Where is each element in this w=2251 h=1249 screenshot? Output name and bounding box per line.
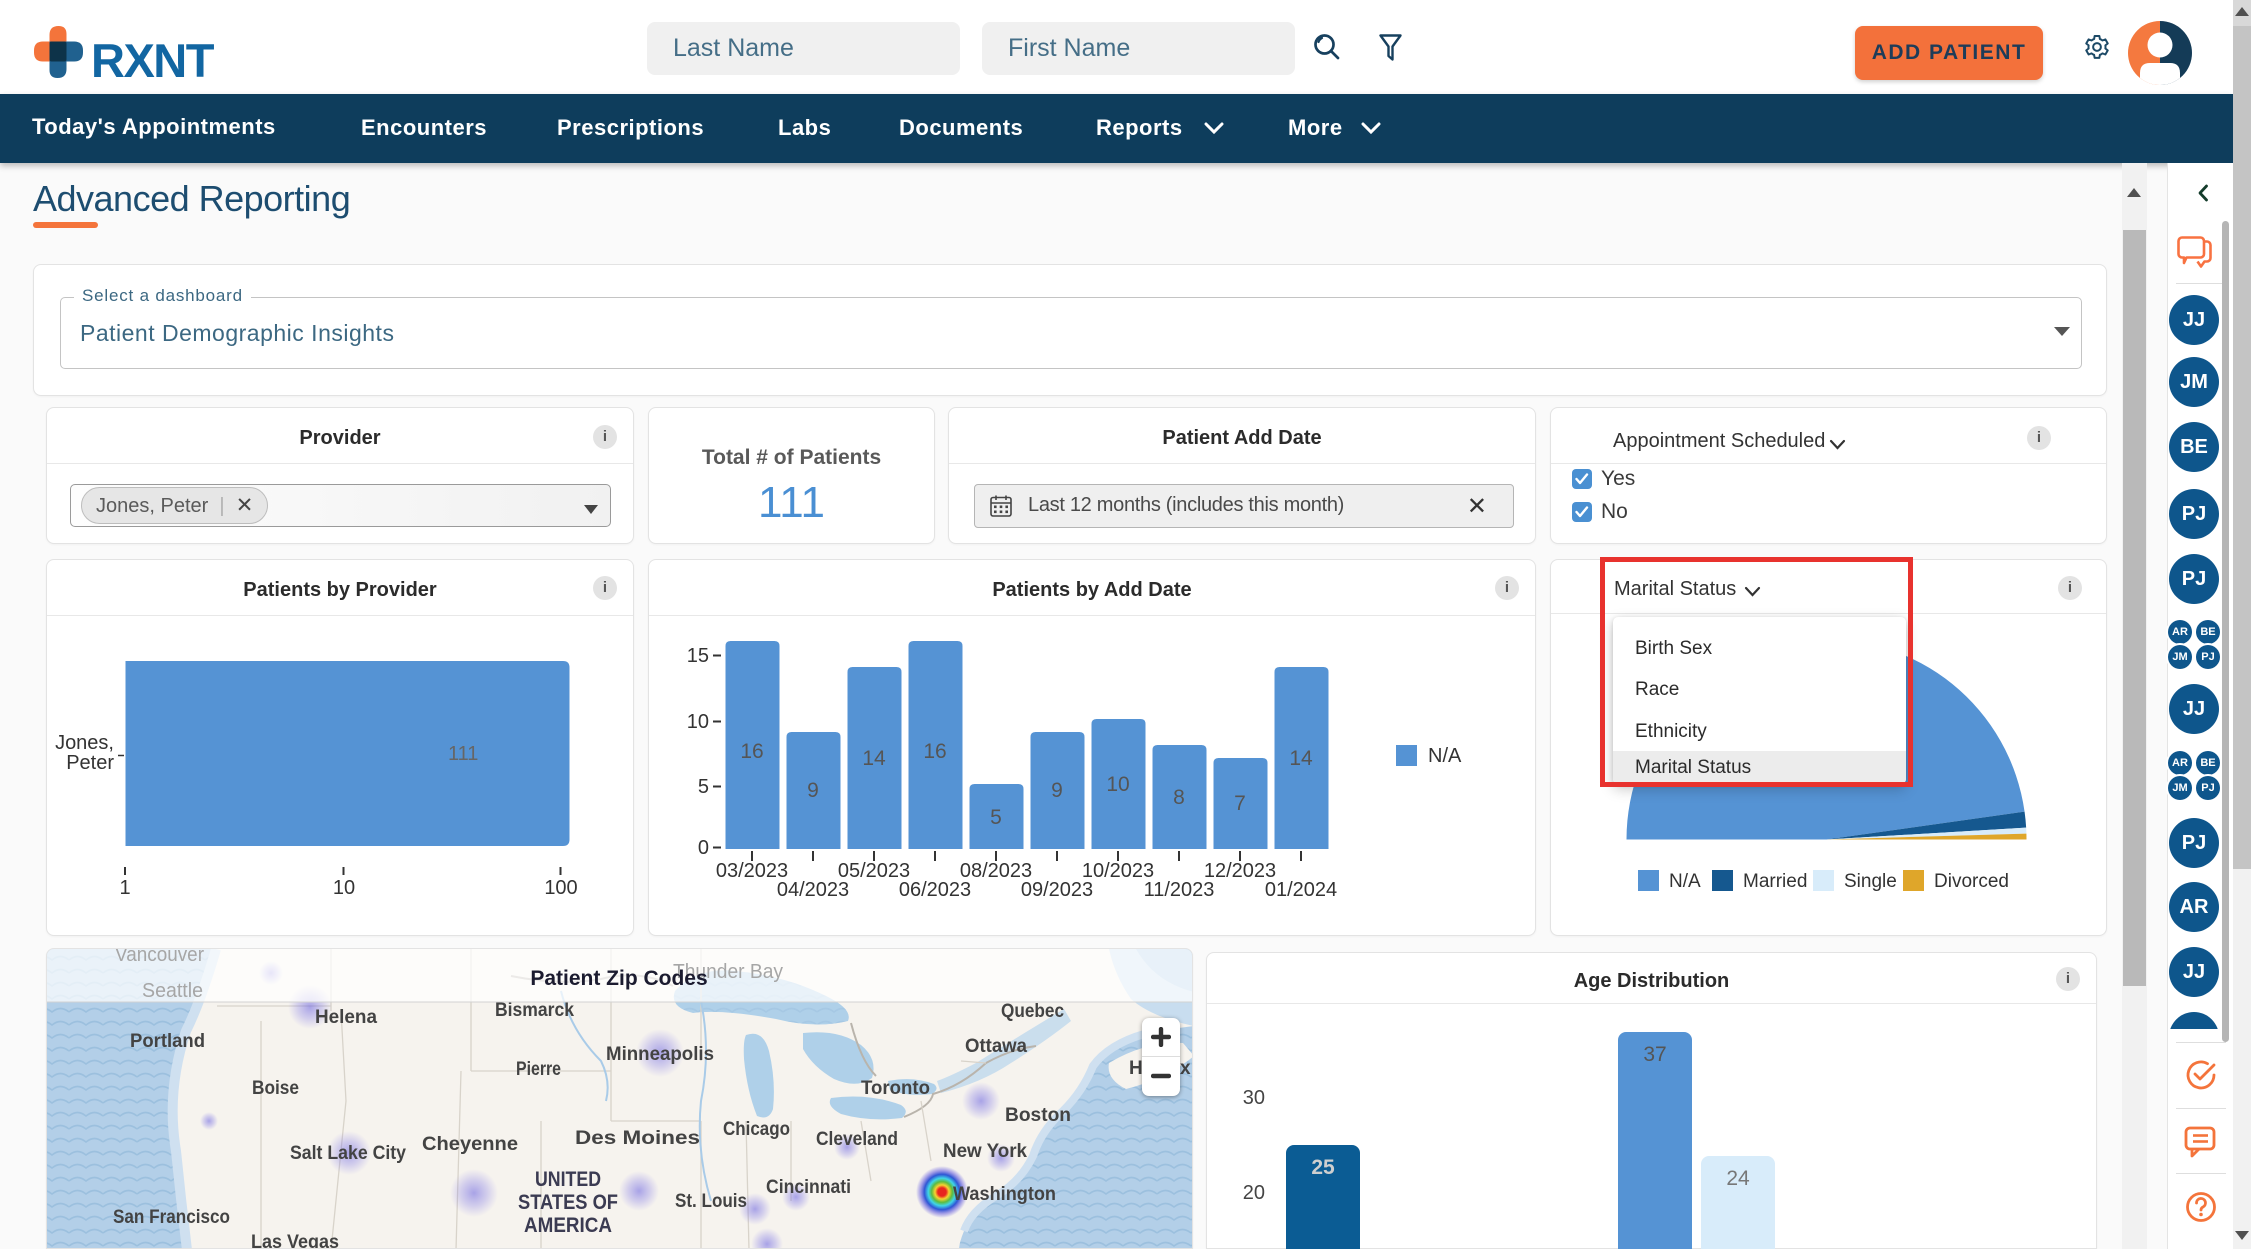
svg-text:7: 7 (1234, 792, 1246, 815)
svg-text:9: 9 (1051, 779, 1063, 802)
svg-text:9: 9 (807, 779, 819, 802)
svg-text:37: 37 (1643, 1043, 1666, 1066)
svg-text:St. Louis: St. Louis (675, 1191, 747, 1212)
svg-text:8: 8 (1173, 786, 1185, 809)
svg-text:N/A: N/A (1428, 745, 1462, 767)
svg-text:16: 16 (740, 740, 763, 763)
svg-text:15: 15 (687, 645, 709, 667)
svg-text:Toronto: Toronto (861, 1078, 930, 1099)
svg-text:01/2024: 01/2024 (1265, 879, 1337, 901)
svg-text:1: 1 (119, 877, 130, 899)
svg-text:Quebec: Quebec (1001, 1001, 1064, 1022)
svg-text:Salt Lake City: Salt Lake City (290, 1143, 406, 1164)
svg-text:RXNT: RXNT (91, 34, 215, 84)
svg-text:30: 30 (1243, 1087, 1265, 1109)
svg-text:20: 20 (1243, 1182, 1265, 1204)
svg-text:Chicago: Chicago (723, 1119, 790, 1140)
svg-text:Vancouver: Vancouver (115, 949, 204, 966)
svg-text:14: 14 (862, 747, 886, 770)
svg-text:Boston: Boston (1005, 1105, 1071, 1126)
svg-text:x: x (1180, 1058, 1191, 1079)
svg-text:11/2023: 11/2023 (1144, 879, 1215, 901)
svg-text:09/2023: 09/2023 (1021, 879, 1093, 901)
svg-text:Des Moines: Des Moines (575, 1128, 700, 1149)
svg-text:Helena: Helena (315, 1007, 377, 1028)
svg-text:Single: Single (1844, 871, 1897, 892)
svg-text:Cincinnati: Cincinnati (766, 1177, 851, 1198)
svg-text:AMERICA: AMERICA (524, 1214, 612, 1237)
svg-text:Las Vegas: Las Vegas (251, 1232, 339, 1249)
svg-text:Portland: Portland (130, 1031, 205, 1052)
svg-text:Jones,: Jones, (55, 732, 114, 754)
svg-text:16: 16 (923, 740, 946, 763)
svg-text:STATES OF: STATES OF (518, 1191, 618, 1214)
svg-text:5: 5 (990, 806, 1002, 829)
svg-text:10: 10 (1106, 773, 1129, 796)
svg-text:14: 14 (1289, 747, 1313, 770)
svg-text:Peter: Peter (66, 752, 114, 774)
svg-text:24: 24 (1726, 1167, 1750, 1190)
svg-text:100: 100 (544, 877, 577, 899)
svg-text:Patient Zip Codes: Patient Zip Codes (530, 967, 707, 990)
svg-text:San Francisco: San Francisco (113, 1207, 230, 1228)
svg-text:New York: New York (943, 1141, 1027, 1162)
svg-text:Ottawa: Ottawa (965, 1036, 1027, 1057)
svg-text:Pierre: Pierre (516, 1059, 561, 1080)
svg-text:Seattle: Seattle (142, 980, 203, 1002)
svg-text:Boise: Boise (252, 1078, 299, 1099)
svg-text:Cleveland: Cleveland (816, 1129, 898, 1150)
svg-text:10: 10 (333, 877, 355, 899)
svg-text:UNITED: UNITED (535, 1168, 601, 1191)
svg-text:H: H (1129, 1058, 1143, 1079)
svg-text:Married: Married (1743, 871, 1807, 892)
svg-text:10: 10 (687, 711, 709, 733)
svg-text:04/2023: 04/2023 (777, 879, 849, 901)
svg-text:Cheyenne: Cheyenne (422, 1134, 518, 1155)
svg-text:Minneapolis: Minneapolis (606, 1044, 714, 1065)
svg-text:06/2023: 06/2023 (899, 879, 971, 901)
svg-text:0: 0 (698, 837, 709, 859)
svg-text:Bismarck: Bismarck (495, 1000, 574, 1021)
svg-text:N/A: N/A (1669, 871, 1701, 892)
svg-text:25: 25 (1311, 1156, 1335, 1179)
svg-text:111: 111 (448, 743, 478, 765)
svg-text:5: 5 (698, 776, 709, 798)
svg-text:Washington: Washington (953, 1184, 1056, 1205)
svg-text:Divorced: Divorced (1934, 871, 2009, 892)
